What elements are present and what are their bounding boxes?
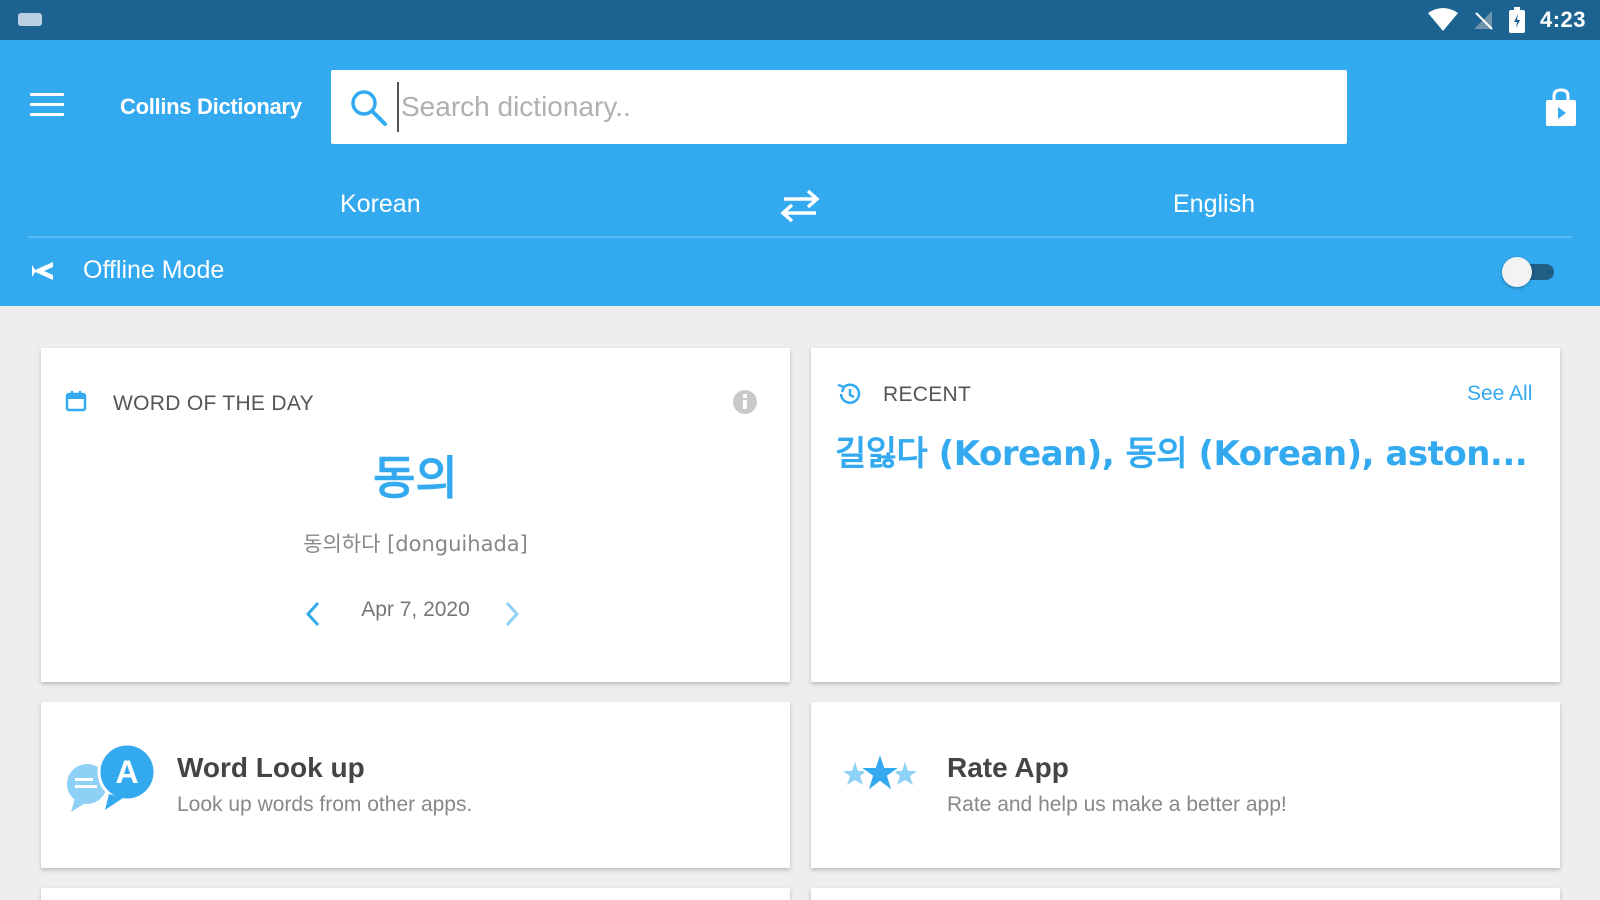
search-input[interactable]: [397, 82, 1317, 132]
store-icon[interactable]: [1544, 88, 1578, 128]
status-bar: 4:23: [0, 0, 1600, 40]
app-title: Collins Dictionary: [120, 94, 302, 119]
svg-text:A: A: [115, 754, 138, 790]
swap-languages-icon[interactable]: [780, 188, 820, 224]
rate-app-title: Rate App: [947, 752, 1069, 783]
word-of-the-day-word[interactable]: 동의: [41, 442, 790, 508]
offline-mode-label: Offline Mode: [83, 256, 225, 284]
recent-card: RECENT See All 길잃다 (Korean), 동의 (Korean)…: [811, 348, 1560, 682]
see-all-link[interactable]: See All: [1467, 382, 1532, 406]
search-box[interactable]: [331, 70, 1347, 144]
battery-icon: [1508, 7, 1525, 33]
word-lookup-card[interactable]: A Word Look up Look up words from other …: [41, 702, 790, 868]
word-lookup-icon: A: [67, 742, 157, 812]
wifi-icon: [1427, 8, 1458, 31]
word-of-the-day-header: WORD OF THE DAY: [113, 392, 314, 415]
airplane-icon: [32, 262, 53, 280]
offline-mode-toggle[interactable]: [1502, 255, 1554, 287]
source-language-button[interactable]: Korean: [340, 190, 421, 219]
target-language-button[interactable]: English: [1173, 190, 1255, 219]
no-signal-icon: [1473, 11, 1493, 30]
stars-icon: [843, 748, 917, 795]
recent-words-list[interactable]: 길잃다 (Korean), 동의 (Korean), aston...: [835, 426, 1535, 475]
divider: [28, 236, 1572, 238]
menu-icon-line: [30, 103, 64, 106]
app-bar: Collins Dictionary Korean English Offlin…: [0, 40, 1600, 306]
calendar-icon: [65, 391, 87, 412]
word-of-the-day-date: Apr 7, 2020: [361, 598, 470, 621]
status-icons: 4:23: [1427, 0, 1586, 40]
word-of-the-day-card: WORD OF THE DAY 동의 동의하다 [donguihada] Apr…: [41, 348, 790, 682]
menu-button[interactable]: [30, 93, 64, 119]
word-of-the-day-romanization: 동의하다 [donguihada]: [303, 532, 528, 556]
next-card-left: [41, 888, 790, 900]
menu-icon-line: [30, 113, 64, 116]
status-clock: 4:23: [1539, 7, 1586, 32]
menu-icon: [30, 93, 64, 96]
next-card-right: [811, 888, 1560, 900]
recent-header: RECENT: [883, 383, 972, 406]
history-icon: [837, 383, 861, 404]
rate-app-card[interactable]: Rate App Rate and help us make a better …: [811, 702, 1560, 868]
keyboard-icon: [18, 13, 42, 26]
word-lookup-subtitle: Look up words from other apps.: [177, 793, 473, 816]
rate-app-subtitle: Rate and help us make a better app!: [947, 793, 1287, 816]
info-icon[interactable]: [733, 390, 757, 414]
toggle-knob: [1502, 257, 1532, 287]
word-of-the-day-nav: Apr 7, 2020: [41, 598, 790, 622]
search-icon: [351, 90, 387, 126]
chevron-right-icon[interactable]: [503, 600, 521, 628]
word-lookup-title: Word Look up: [177, 752, 365, 783]
